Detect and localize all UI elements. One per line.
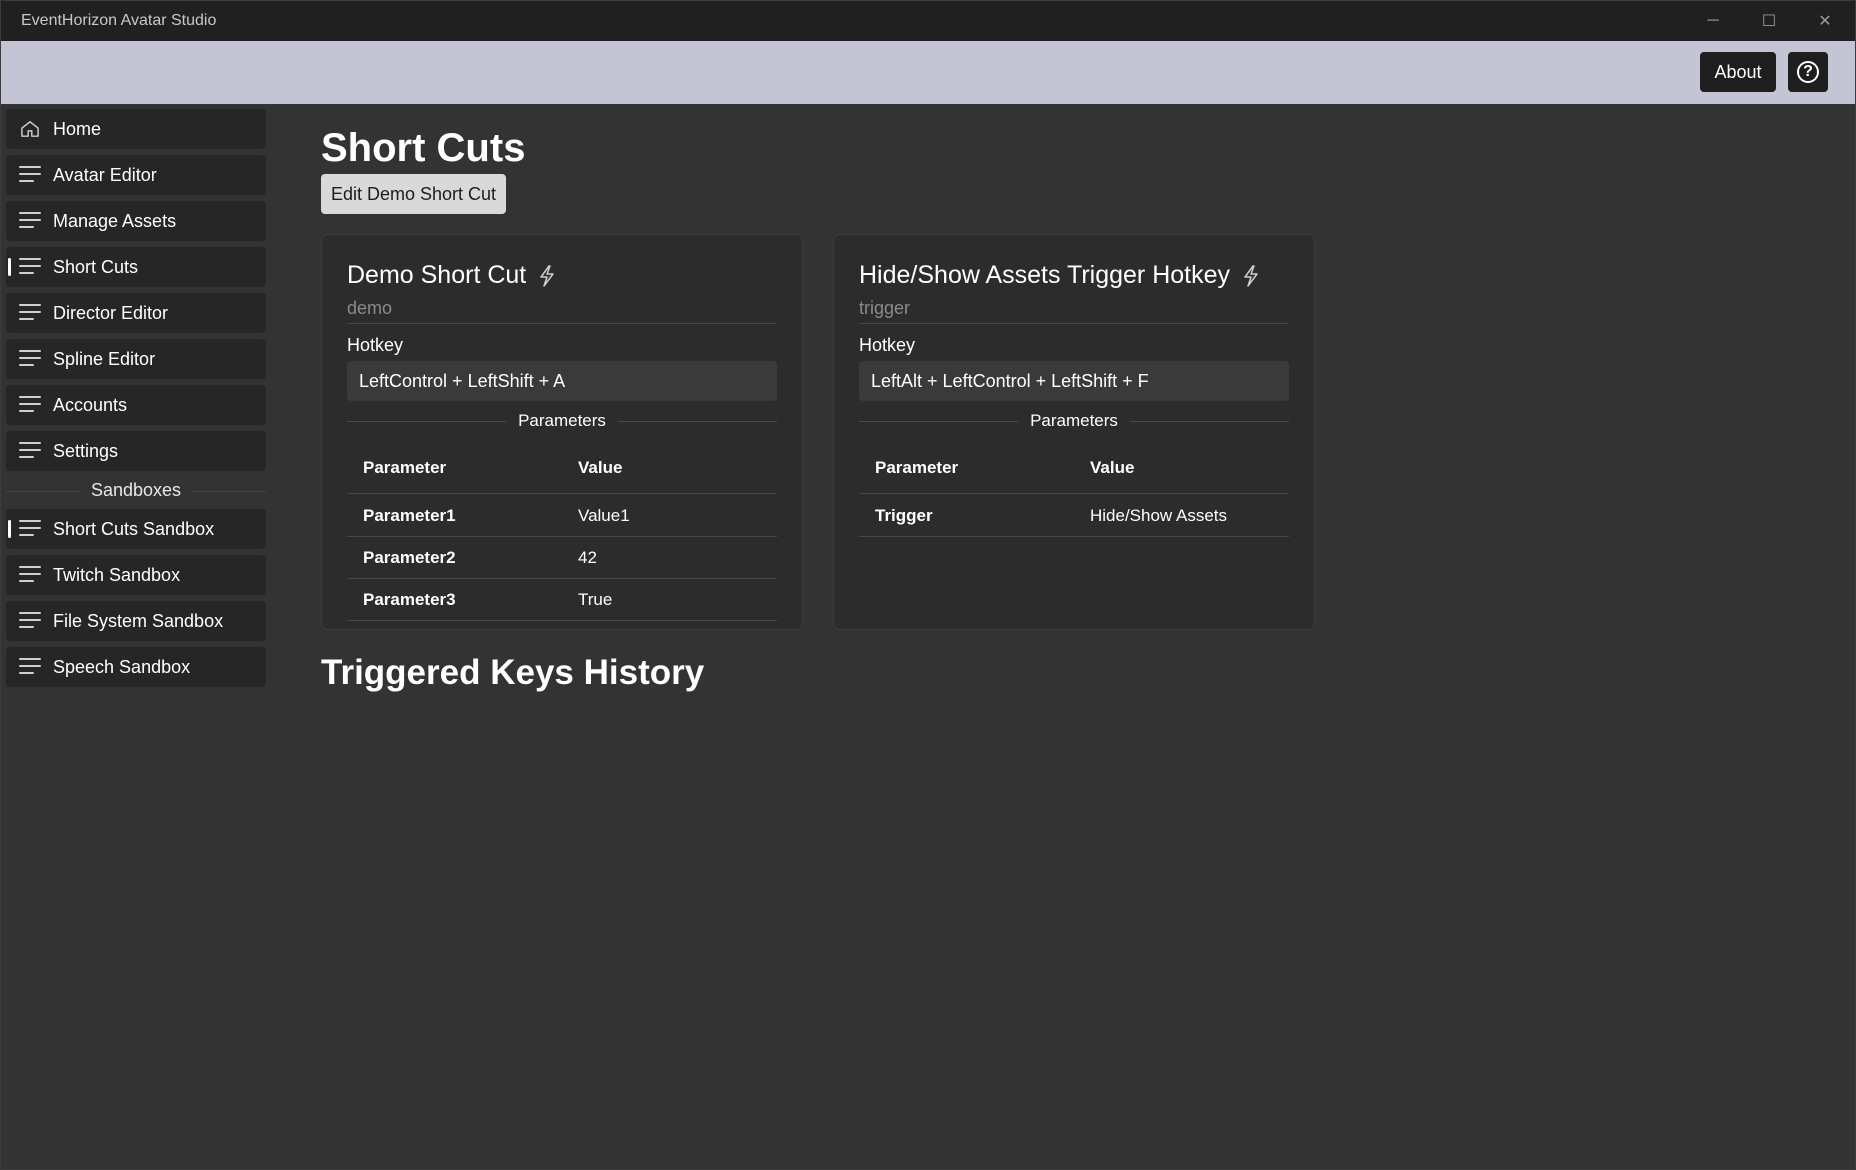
parameter-value: Value1 bbox=[562, 493, 777, 537]
card-subtitle: demo bbox=[347, 298, 393, 318]
about-button[interactable]: About bbox=[1700, 52, 1776, 92]
table-row: Parameter3 True bbox=[347, 578, 777, 621]
maximize-icon: ☐ bbox=[1761, 13, 1777, 30]
parameter-value: 42 bbox=[562, 536, 777, 579]
sidebar-item-home[interactable]: Home bbox=[6, 109, 266, 149]
card-title: Hide/Show Assets Trigger Hotkey bbox=[859, 261, 1230, 289]
column-header-value: Value bbox=[1074, 443, 1289, 494]
sidebar-item-label: File System Sandbox bbox=[53, 611, 224, 631]
selection-indicator bbox=[8, 258, 11, 276]
hotkey-label: Hotkey bbox=[859, 335, 916, 355]
menu-icon bbox=[19, 396, 41, 414]
sidebar-item-manage-assets[interactable]: Manage Assets bbox=[6, 201, 266, 241]
sidebar-item-settings[interactable]: Settings bbox=[6, 431, 266, 471]
menu-icon bbox=[19, 442, 41, 460]
menu-icon bbox=[19, 258, 41, 276]
sidebar-item-label: Short Cuts bbox=[53, 257, 139, 277]
sidebar-item-file-system-sandbox[interactable]: File System Sandbox bbox=[6, 601, 266, 641]
minimize-icon: ─ bbox=[1707, 12, 1719, 29]
hotkey-label: Hotkey bbox=[347, 335, 404, 355]
shortcut-card-demo: Demo Short Cut demo Hotkey LeftControl +… bbox=[321, 234, 803, 630]
hotkey-field[interactable]: LeftAlt + LeftControl + LeftShift + F bbox=[859, 361, 1289, 401]
edit-demo-shortcut-button[interactable]: Edit Demo Short Cut bbox=[321, 174, 506, 214]
section-label: Sandboxes bbox=[80, 480, 192, 500]
sidebar-item-short-cuts[interactable]: Short Cuts bbox=[6, 247, 266, 287]
parameter-value: True bbox=[562, 578, 777, 621]
table-row: Trigger Hide/Show Assets bbox=[859, 493, 1289, 537]
menu-icon bbox=[19, 304, 41, 322]
parameters-header: Parameters bbox=[347, 407, 777, 435]
sidebar-item-avatar-editor[interactable]: Avatar Editor bbox=[6, 155, 266, 195]
parameters-table: Parameter Value Parameter1 Value1 Parame… bbox=[347, 443, 777, 621]
sidebar-item-label: Accounts bbox=[53, 395, 128, 415]
title-bar: EventHorizon Avatar Studio ─ ☐ ✕ bbox=[1, 1, 1855, 41]
sidebar-item-label: Home bbox=[53, 119, 102, 139]
app-window: EventHorizon Avatar Studio ─ ☐ ✕ About ?… bbox=[0, 0, 1856, 1170]
close-icon: ✕ bbox=[1818, 13, 1832, 30]
column-header-parameter: Parameter bbox=[859, 443, 1074, 494]
sidebar-item-label: Short Cuts Sandbox bbox=[53, 519, 215, 539]
help-icon: ? bbox=[1797, 61, 1819, 83]
sidebar-item-short-cuts-sandbox[interactable]: Short Cuts Sandbox bbox=[6, 509, 266, 549]
sidebar-item-label: Twitch Sandbox bbox=[53, 565, 181, 585]
parameter-value: Hide/Show Assets bbox=[1074, 493, 1289, 537]
shortcut-card-trigger: Hide/Show Assets Trigger Hotkey trigger … bbox=[833, 234, 1315, 630]
menu-icon bbox=[19, 212, 41, 230]
menu-icon bbox=[19, 612, 41, 630]
sidebar-item-label: Settings bbox=[53, 441, 119, 461]
hotkey-field[interactable]: LeftControl + LeftShift + A bbox=[347, 361, 777, 401]
column-header-parameter: Parameter bbox=[347, 443, 562, 494]
sidebar-item-accounts[interactable]: Accounts bbox=[6, 385, 266, 425]
card-title: Demo Short Cut bbox=[347, 261, 527, 289]
selection-indicator bbox=[8, 520, 11, 538]
menu-icon bbox=[19, 520, 41, 538]
table-row: Parameter2 42 bbox=[347, 536, 777, 579]
page-title: Short Cuts bbox=[321, 126, 526, 170]
close-button[interactable]: ✕ bbox=[1797, 1, 1853, 41]
menu-icon bbox=[19, 166, 41, 184]
sidebar-item-label: Speech Sandbox bbox=[53, 657, 191, 677]
menu-icon bbox=[19, 350, 41, 368]
menu-icon bbox=[19, 658, 41, 676]
parameters-table: Parameter Value Trigger Hide/Show Assets bbox=[859, 443, 1289, 537]
sidebar-item-label: Director Editor bbox=[53, 303, 169, 323]
parameters-label: Parameters bbox=[506, 411, 618, 430]
column-header-value: Value bbox=[562, 443, 777, 494]
parameters-header: Parameters bbox=[859, 407, 1289, 435]
table-row: Parameter1 Value1 bbox=[347, 493, 777, 537]
sidebar-item-label: Avatar Editor bbox=[53, 165, 157, 185]
app-bar bbox=[1, 41, 1855, 104]
home-icon bbox=[21, 121, 39, 137]
flash-icon[interactable] bbox=[538, 264, 556, 288]
history-title: Triggered Keys History bbox=[321, 653, 705, 692]
help-button[interactable]: ? bbox=[1788, 52, 1828, 92]
minimize-button[interactable]: ─ bbox=[1685, 1, 1741, 41]
parameter-name: Trigger bbox=[859, 493, 1074, 537]
sidebar-item-label: Spline Editor bbox=[53, 349, 156, 369]
sidebar-item-spline-editor[interactable]: Spline Editor bbox=[6, 339, 266, 379]
divider bbox=[859, 323, 1289, 324]
menu-icon bbox=[19, 566, 41, 584]
parameter-name: Parameter2 bbox=[347, 536, 562, 579]
window-title: EventHorizon Avatar Studio bbox=[21, 12, 217, 29]
divider bbox=[347, 323, 777, 324]
parameters-label: Parameters bbox=[1018, 411, 1130, 430]
parameter-name: Parameter1 bbox=[347, 493, 562, 537]
flash-icon[interactable] bbox=[1242, 264, 1260, 288]
sidebar-item-twitch-sandbox[interactable]: Twitch Sandbox bbox=[6, 555, 266, 595]
sidebar-item-director-editor[interactable]: Director Editor bbox=[6, 293, 266, 333]
sidebar-item-speech-sandbox[interactable]: Speech Sandbox bbox=[6, 647, 266, 687]
card-subtitle: trigger bbox=[859, 298, 911, 318]
sidebar-item-label: Manage Assets bbox=[53, 211, 177, 231]
sidebar-section-sandboxes: Sandboxes bbox=[6, 476, 266, 506]
maximize-button[interactable]: ☐ bbox=[1741, 1, 1797, 41]
parameter-name: Parameter3 bbox=[347, 578, 562, 621]
